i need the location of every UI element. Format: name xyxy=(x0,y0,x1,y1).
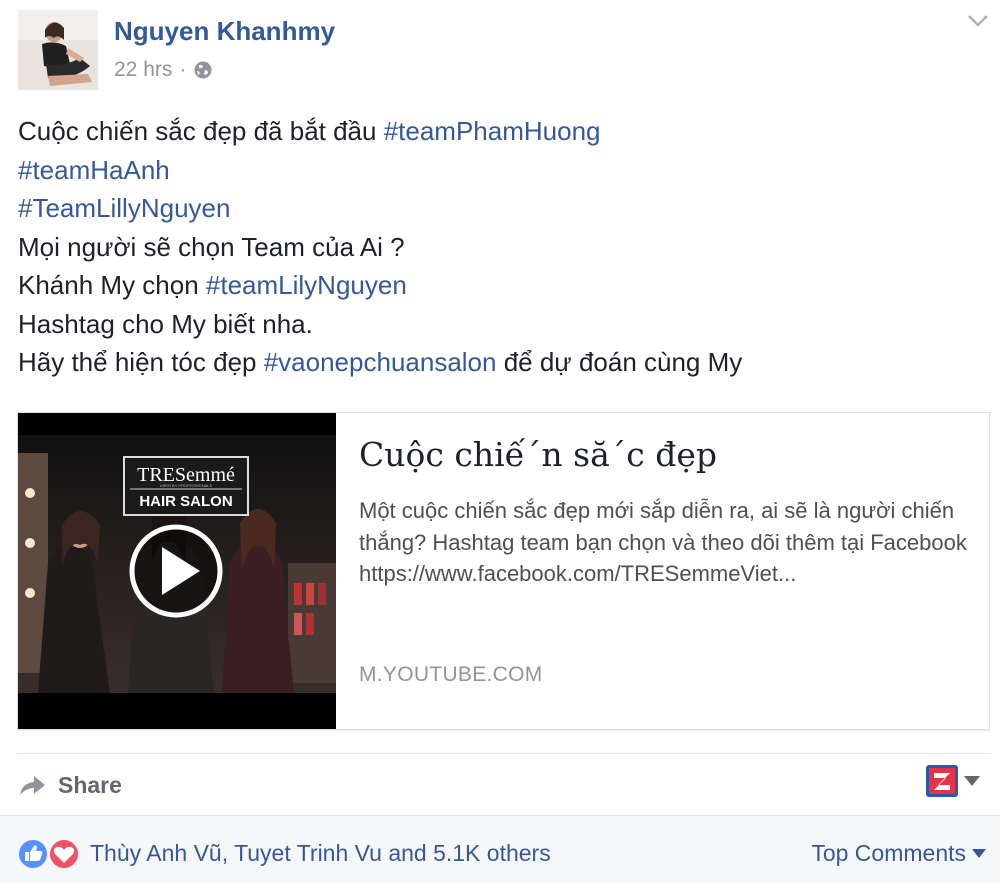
play-icon[interactable] xyxy=(129,524,223,618)
hashtag-link[interactable]: #TeamLillyNguyen xyxy=(18,193,230,223)
link-card-description: Một cuộc chiến sắc đẹp mới sắp diễn ra, … xyxy=(359,498,967,586)
post-text-line: Cuộc chiến sắc đẹp đã bắt đầu #teamPhamH… xyxy=(18,112,742,151)
post-text-segment: Khánh My chọn xyxy=(18,270,206,300)
link-preview-card[interactable]: TRESemmé USED BY PROFESSIONALS HAIR SALO… xyxy=(17,412,990,730)
love-icon xyxy=(48,838,80,870)
reactions-summary[interactable]: Thùy Anh Vũ, Tuyet Trinh Vu and 5.1K oth… xyxy=(90,840,551,867)
post-text-segment: Mọi người sẽ chọn Team của Ai ? xyxy=(18,231,405,262)
post-text-segment: Hãy thể hiện tóc đẹp xyxy=(18,347,264,377)
reactions-bar: Thùy Anh Vũ, Tuyet Trinh Vu and 5.1K oth… xyxy=(0,815,1000,883)
thumbnail-badge: HAIR SALON xyxy=(139,493,232,510)
globe-icon xyxy=(193,60,213,80)
video-thumbnail[interactable]: TRESemmé USED BY PROFESSIONALS HAIR SALO… xyxy=(18,413,336,729)
avatar[interactable] xyxy=(18,10,98,90)
caret-down-icon xyxy=(972,848,986,858)
post-timestamp[interactable]: 22 hrs xyxy=(114,58,172,82)
thumbnail-brand-sub: USED BY PROFESSIONALS xyxy=(160,483,213,488)
facebook-post: Nguyen Khanhmy 22 hrs · Cuộc chiến sắc đ… xyxy=(0,0,1000,883)
hashtag-link[interactable]: #teamLilyNguyen xyxy=(206,270,407,300)
divider xyxy=(17,753,990,754)
share-label: Share xyxy=(58,771,122,798)
like-icon xyxy=(17,838,49,870)
reaction-icons[interactable] xyxy=(16,838,86,870)
post-text-line: Mọi người sẽ chọn Team của Ai ? xyxy=(18,228,742,267)
post-meta: 22 hrs · xyxy=(114,58,213,82)
post-text-segment: Cuộc chiến sắc đẹp đã bắt đầu xyxy=(18,116,384,146)
post-text-segment: Hashtag cho My biết nha. xyxy=(18,308,313,339)
caret-down-icon[interactable] xyxy=(964,776,980,786)
comment-sort-dropdown[interactable]: Top Comments xyxy=(811,840,986,867)
hashtag-link[interactable]: #teamHaAnh xyxy=(18,155,170,185)
post-text-line: Khánh My chọn #teamLilyNguyen xyxy=(18,266,742,305)
link-card-title[interactable]: Cuộc chiế´n să´c đẹp xyxy=(359,431,969,479)
post-text: Cuộc chiến sắc đẹp đã bắt đầu #teamPhamH… xyxy=(18,112,742,382)
share-button[interactable]: Share xyxy=(18,766,122,804)
post-author-name[interactable]: Nguyen Khanhmy xyxy=(114,16,335,47)
hashtag-link[interactable]: #teamPhamHuong xyxy=(384,116,601,146)
link-card-body: Cuộc chiế´n să´c đẹp Một cuộc chiến sắc … xyxy=(359,431,969,590)
post-text-line: Hashtag cho My biết nha. xyxy=(18,305,742,344)
post-text-segment: để dự đoán cùng My xyxy=(496,347,743,377)
z-app-icon[interactable] xyxy=(926,765,958,797)
hashtag-link[interactable]: #vaonepchuansalon xyxy=(264,347,497,377)
post-text-line: #TeamLillyNguyen xyxy=(18,189,742,228)
link-card-domain: M.YOUTUBE.COM xyxy=(359,663,543,686)
chevron-down-icon[interactable] xyxy=(966,12,990,30)
comment-sort-label: Top Comments xyxy=(811,840,966,866)
post-text-line: #teamHaAnh xyxy=(18,151,742,190)
meta-separator: · xyxy=(179,58,187,81)
share-arrow-icon xyxy=(20,776,45,795)
post-text-line: Hãy thể hiện tóc đẹp #vaonepchuansalon đ… xyxy=(18,343,742,382)
